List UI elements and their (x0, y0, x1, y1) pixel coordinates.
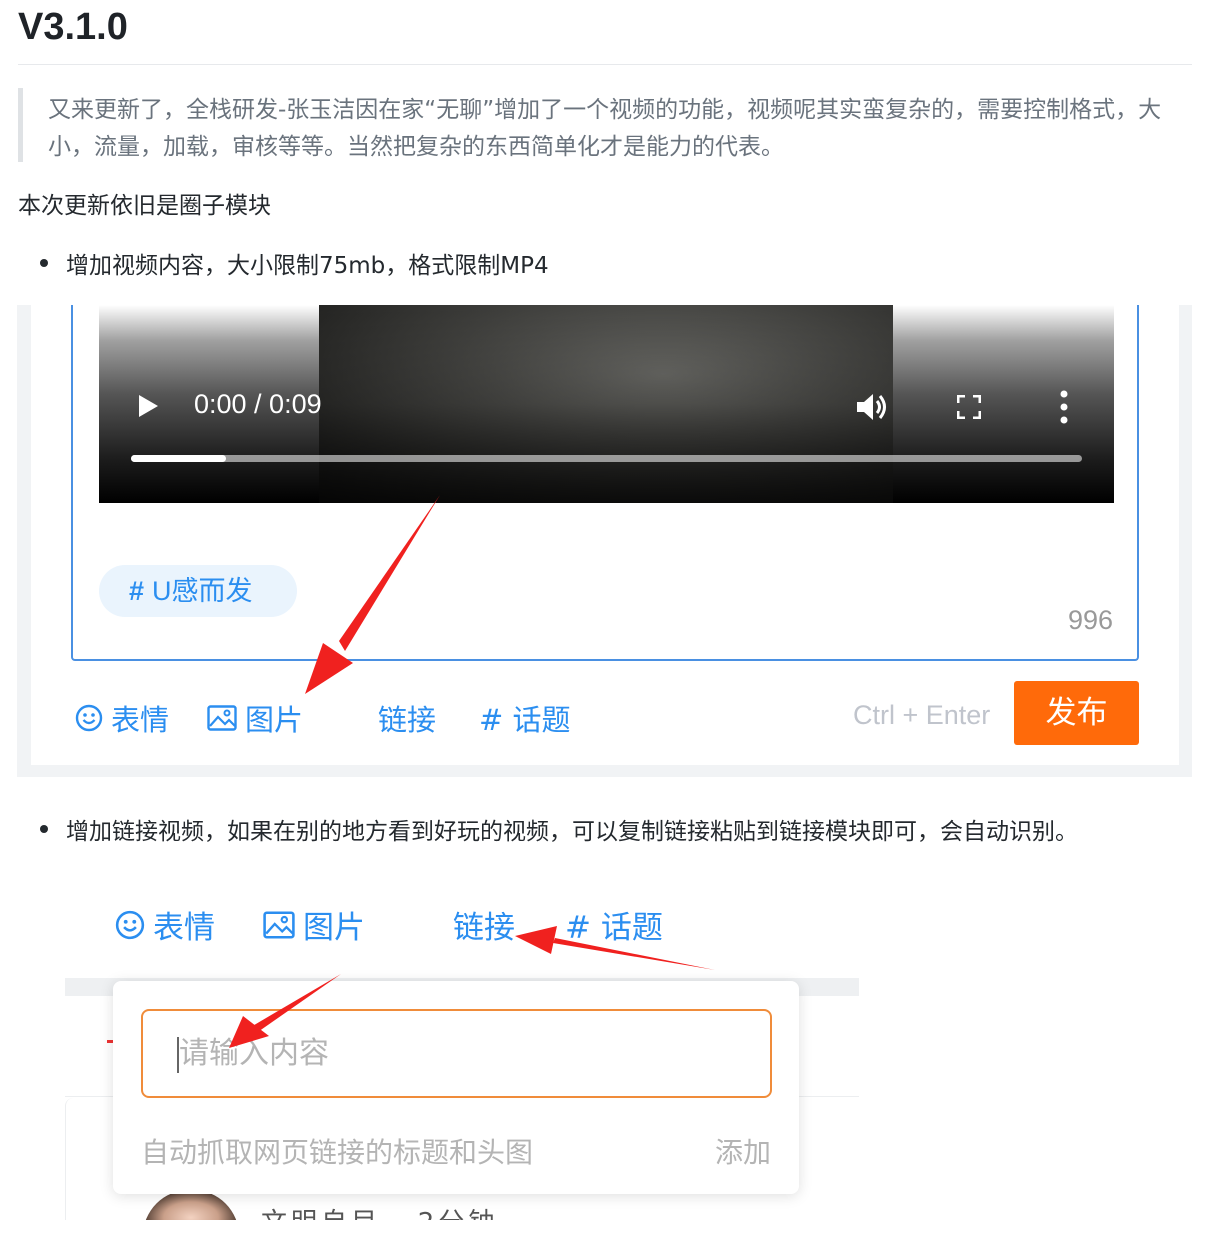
post-editor[interactable]: 0:00 / 0:09 # U感而发 996 (71, 305, 1139, 661)
screenshot-video-editor: 0:00 / 0:09 # U感而发 996 表情 图片 链接 # 话题 Ctr… (17, 305, 1192, 777)
image-button[interactable]: 图片 (207, 697, 303, 739)
intro-text: 又来更新了，全栈研发-张玉洁因在家“无聊”增加了一个视频的功能，视频呢其实蛮复杂… (48, 97, 1162, 160)
bullet-dot (40, 259, 48, 267)
bullet-dot (40, 825, 48, 833)
link-popover: 请输入内容 自动抓取网页链接的标题和头图 添加 (113, 981, 799, 1194)
feed-item-edge (65, 1098, 113, 1220)
avatar (143, 1190, 239, 1220)
more-vertical-icon[interactable] (1059, 390, 1069, 424)
link-label: 链接 (378, 703, 437, 737)
smile-icon (115, 910, 145, 939)
post-editor-card: 0:00 / 0:09 # U感而发 996 表情 图片 链接 # 话题 Ctr… (31, 305, 1179, 765)
image-button[interactable]: 图片 (263, 902, 365, 947)
topic-label: # 话题 (479, 703, 571, 737)
list-item-text: 增加视频内容，大小限制75mb，格式限制MP4 (66, 253, 549, 279)
topic-button[interactable]: # 话题 (479, 697, 571, 739)
link-button[interactable]: 链接 (453, 902, 515, 947)
emoji-label: 表情 (111, 703, 170, 737)
video-player[interactable]: 0:00 / 0:09 (99, 305, 1114, 503)
intro-quote: 又来更新了，全栈研发-张玉洁因在家“无聊”增加了一个视频的功能，视频呢其实蛮复杂… (18, 88, 1192, 162)
image-label: 图片 (303, 910, 365, 946)
char-count: 996 (1067, 605, 1113, 635)
link-label: 链接 (453, 910, 515, 946)
play-icon[interactable] (139, 395, 158, 417)
topic-chip[interactable]: # U感而发 (99, 565, 297, 617)
screenshot-link-popover: 表情 图片 链接 # 话题 文明自目 · 2分钟前 请输入内容 自动抓取网页链接… (65, 868, 859, 1220)
link-button[interactable]: 链接 (378, 697, 436, 739)
smile-icon (75, 704, 103, 732)
topic-chip-label: U感而发 (152, 576, 253, 606)
lead-paragraph: 本次更新依旧是圈子模块 (18, 193, 271, 219)
emoji-label: 表情 (153, 910, 215, 946)
image-icon (207, 705, 237, 731)
emoji-button[interactable]: 表情 (75, 697, 169, 739)
shortcut-hint: Ctrl + Enter (853, 700, 991, 730)
version-title: V3.1.0 (18, 6, 128, 48)
title-divider (18, 64, 1192, 65)
cut-off-text: 文明自目 · 2分钟前 (261, 1208, 521, 1220)
text-caret (177, 1037, 179, 1073)
publish-button[interactable]: 发布 (1014, 681, 1139, 745)
topic-button[interactable]: # 话题 (565, 902, 663, 947)
hash-icon: # (129, 576, 145, 606)
volume-icon[interactable] (855, 391, 891, 423)
image-label: 图片 (245, 703, 304, 737)
add-link-button[interactable]: 添加 (715, 1131, 771, 1171)
video-progress-fill (131, 455, 227, 462)
link-hint: 自动抓取网页链接的标题和头图 (141, 1136, 534, 1169)
link-input[interactable]: 请输入内容 (141, 1009, 772, 1098)
video-time: 0:00 / 0:09 (194, 389, 322, 419)
video-progress-track[interactable] (131, 455, 1082, 462)
fullscreen-icon[interactable] (957, 395, 981, 419)
list-item-text: 增加链接视频，如果在别的地方看到好玩的视频，可以复制链接粘贴到链接模块即可，会自… (66, 819, 1078, 845)
image-icon (263, 910, 295, 939)
link-input-placeholder: 请输入内容 (179, 1036, 329, 1071)
topic-label: # 话题 (565, 910, 663, 946)
emoji-button[interactable]: 表情 (115, 902, 215, 947)
